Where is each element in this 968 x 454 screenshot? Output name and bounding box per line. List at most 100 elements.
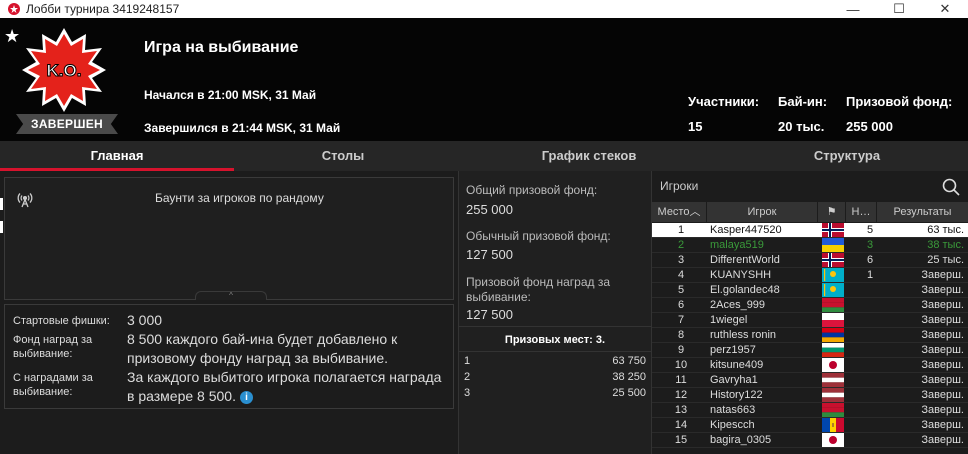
tab-stack-chart[interactable]: График стеков [452,141,726,171]
pokerstars-logo-icon [8,3,20,15]
player-row[interactable]: 11 Gavryha1 Заверш. [652,373,968,388]
rewards-value: За каждого выбитого игрока полагается на… [127,369,442,404]
country-flag-icon [822,433,844,447]
close-button[interactable]: ✕ [922,0,968,18]
player-place: 6 [677,299,685,311]
total-prize-value: 255 000 [466,202,513,217]
player-row[interactable]: 5 El.golandec48 Заверш. [652,283,968,298]
player-result: Заверш. [921,404,964,416]
start-time: Начался в 21:00 MSK, 31 Май [144,88,317,102]
country-flag-icon [822,253,844,267]
prize-place-row: 1 63 750 [459,354,651,369]
player-result: Заверш. [921,329,964,341]
player-row[interactable]: 14 Kipescch Заверш. [652,418,968,433]
edge-marker [0,221,3,233]
player-knockouts: 1 [866,269,874,281]
player-place: 2 [677,239,685,251]
status-badge: ЗАВЕРШЕН [16,114,118,134]
player-result: 63 тыс. [927,224,964,236]
player-row[interactable]: 12 History122 Заверш. [652,388,968,403]
country-flag-icon [822,388,844,402]
country-flag-icon [822,373,844,387]
col-place-header[interactable]: Место︿ [652,202,706,222]
prize-place-row: 2 38 250 [459,370,651,385]
entrants-value: 15 [688,119,703,134]
place-prize: 38 250 [612,371,646,383]
regular-prize-label: Обычный призовой фонд: [466,229,611,243]
country-flag-icon [822,313,844,327]
player-row[interactable]: 2 malaya519 3 38 тыс. [652,238,968,253]
player-row[interactable]: 7 1wiegel Заверш. [652,313,968,328]
tournament-info-box: Стартовые фишки: 3 000 Фонд наград за вы… [4,304,454,409]
player-row[interactable]: 8 ruthless ronin Заверш. [652,328,968,343]
buyin-value: 20 тыс. [778,119,825,134]
maximize-button[interactable]: ☐ [876,0,922,18]
window-titlebar: Лобби турнира 3419248157 — ☐ ✕ [0,0,968,18]
player-row[interactable]: 1 Kasper447520 5 63 тыс. [652,223,968,238]
news-text: Баунти за игроков по рандому [155,191,324,205]
player-knockouts: 5 [866,224,874,236]
player-result: Заверш. [921,284,964,296]
player-name: Kipescch [710,419,755,431]
lobby-tabs: Главная Столы График стеков Структура [0,141,968,171]
player-result: Заверш. [921,389,964,401]
prizepool-label: Призовой фонд: [846,94,953,109]
player-row[interactable]: 10 kitsune409 Заверш. [652,358,968,373]
ko-fund-value: 8 500 каждого бай-ина будет добавлено к … [127,331,398,366]
tournament-title: Игра на выбивание [144,39,299,56]
player-place: 14 [674,419,688,431]
player-name: malaya519 [710,239,764,251]
player-name: 1wiegel [710,314,748,326]
player-place: 1 [677,224,685,236]
player-name: Gavryha1 [710,374,758,386]
minimize-button[interactable]: — [830,0,876,18]
ko-fund-label: Фонд наград за выбивание: [13,334,93,360]
player-place: 12 [674,389,688,401]
end-time: Завершился в 21:44 MSK, 31 Май [144,121,341,135]
player-row[interactable]: 13 natas663 Заверш. [652,403,968,418]
expand-handle[interactable]: ^ [195,291,267,300]
info-icon[interactable]: i [239,391,253,404]
paid-places-header: Призовых мест: 3. [459,326,651,352]
player-result: Заверш. [921,269,964,281]
player-result: Заверш. [921,314,964,326]
tab-main[interactable]: Главная [0,141,234,171]
player-name: natas663 [710,404,756,416]
player-name: DifferentWorld [710,254,780,266]
col-player-header[interactable]: Игрок [707,202,817,222]
tournament-header: ★ K.O. ЗАВЕРШЕН Игра на выбивание Началс… [0,18,968,141]
player-name: ruthless ronin [710,329,777,341]
player-name: kitsune409 [710,359,764,371]
player-name: perz1957 [710,344,756,356]
search-icon[interactable] [942,178,960,196]
player-place: 5 [677,284,685,296]
player-row[interactable]: 9 perz1957 Заверш. [652,343,968,358]
total-prize-label: Общий призовой фонд: [466,183,598,197]
broadcast-icon [17,193,33,208]
player-search[interactable]: Игроки [652,173,968,199]
player-row[interactable]: 4 KUANYSHH 1 Заверш. [652,268,968,283]
country-flag-icon [822,328,844,342]
player-place: 3 [677,254,685,266]
tab-structure[interactable]: Структура [726,141,968,171]
favorite-star-icon[interactable]: ★ [4,26,20,47]
col-n-header[interactable]: Н… [846,202,876,222]
player-row[interactable]: 6 2Aces_999 Заверш. [652,298,968,313]
player-place: 8 [677,329,685,341]
flag-icon[interactable]: ⚑ [818,202,845,222]
player-place: 4 [677,269,685,281]
edge-marker [0,198,3,210]
prize-place-row: 3 25 500 [459,386,651,401]
col-results-header[interactable]: Результаты [877,202,968,222]
country-flag-icon [822,223,844,237]
search-input[interactable]: Игроки [660,179,698,193]
player-row[interactable]: 15 bagira_0305 Заверш. [652,433,968,448]
prize-panel: Общий призовой фонд: 255 000 Обычный при… [458,171,652,454]
player-row[interactable]: 3 DifferentWorld 6 25 тыс. [652,253,968,268]
player-place: 9 [677,344,685,356]
player-place: 15 [674,434,688,446]
tab-tables[interactable]: Столы [234,141,452,171]
country-flag-icon [822,238,844,252]
player-name: El.golandec48 [710,284,780,296]
country-flag-icon [822,358,844,372]
